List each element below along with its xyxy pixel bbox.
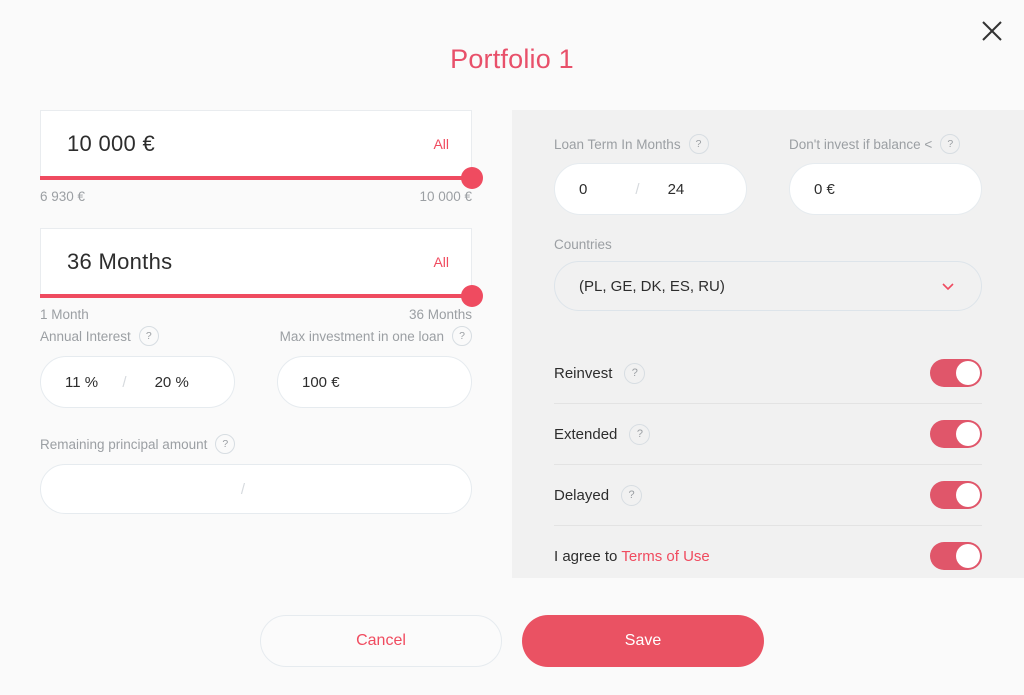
left-labels-row: Annual Interest ? Max investment in one … [40, 326, 472, 346]
terms-label-group: I agree to Terms of Use [554, 548, 710, 565]
terms-prefix: I agree to [554, 547, 618, 565]
countries-value: (PL, GE, DK, ES, RU) [579, 277, 725, 295]
term-field[interactable]: 36 Months All [40, 228, 472, 294]
amount-slider-track[interactable] [40, 167, 483, 189]
dont-invest-value: 0 € [814, 180, 835, 198]
remaining-principal-group: Remaining principal amount ? / [40, 434, 472, 514]
help-icon-dont-invest[interactable]: ? [940, 134, 961, 154]
delayed-label: Delayed [554, 486, 610, 504]
portfolio-settings-modal: Portfolio 1 10 000 € All 6 930 € 10 000 … [0, 0, 1024, 695]
loan-term-group: Loan Term In Months ? 0 / 24 [554, 134, 747, 215]
remaining-principal-range-input[interactable]: / [40, 464, 472, 514]
annual-interest-from[interactable]: 11 % [65, 374, 120, 391]
toggle-row-reinvest: Reinvest ? [554, 343, 982, 404]
help-icon-reinvest[interactable]: ? [624, 362, 646, 384]
save-button[interactable]: Save [522, 615, 764, 667]
left-inputs-row: 11 % / 20 % 100 € [40, 356, 472, 408]
amount-all-link[interactable]: All [433, 136, 449, 152]
term-all-link[interactable]: All [433, 254, 449, 270]
footer-actions: Cancel Save [0, 615, 1024, 667]
toggle-knob [956, 483, 980, 507]
close-icon[interactable] [977, 16, 1007, 46]
toggle-extended[interactable] [930, 420, 982, 448]
help-icon-loan-term[interactable]: ? [688, 134, 709, 154]
extended-label-group: Extended ? [554, 423, 651, 445]
amount-slider-legend: 6 930 € 10 000 € [40, 189, 472, 204]
max-investment-label: Max investment in one loan [279, 328, 444, 344]
right-panel: Loan Term In Months ? 0 / 24 Don't inves… [512, 110, 1024, 578]
amount-field[interactable]: 10 000 € All [40, 110, 472, 176]
loan-term-range-input[interactable]: 0 / 24 [554, 163, 747, 215]
annual-interest-to[interactable]: 20 % [129, 374, 210, 391]
term-slider-handle[interactable] [461, 285, 483, 307]
toggle-row-terms: I agree to Terms of Use [554, 526, 982, 586]
help-icon-remaining-principal[interactable]: ? [215, 434, 236, 454]
cancel-button[interactable]: Cancel [260, 615, 502, 667]
amount-value: 10 000 € [67, 130, 156, 156]
reinvest-label-group: Reinvest ? [554, 362, 646, 384]
left-column: 10 000 € All 6 930 € 10 000 € 36 Months … [40, 110, 483, 514]
countries-label: Countries [554, 237, 612, 252]
annual-interest-label: Annual Interest [40, 328, 131, 344]
dont-invest-group: Don't invest if balance < ? 0 € [789, 134, 982, 215]
term-value: 36 Months [67, 248, 173, 274]
help-icon-max-investment[interactable]: ? [452, 326, 472, 346]
annual-interest-label-group: Annual Interest ? [40, 326, 159, 346]
help-icon-extended[interactable]: ? [629, 423, 651, 445]
page-title: Portfolio 1 [450, 44, 574, 74]
countries-group: Countries (PL, GE, DK, ES, RU) [554, 237, 982, 311]
toggle-delayed[interactable] [930, 481, 982, 509]
max-investment-input[interactable]: 100 € [277, 356, 472, 408]
help-icon-annual-interest[interactable]: ? [138, 326, 159, 346]
help-icon-delayed[interactable]: ? [621, 484, 643, 506]
delayed-label-group: Delayed ? [554, 484, 643, 506]
toggle-row-delayed: Delayed ? [554, 465, 982, 526]
dont-invest-input[interactable]: 0 € [789, 163, 982, 215]
countries-select[interactable]: (PL, GE, DK, ES, RU) [554, 261, 982, 311]
amount-min-label: 6 930 € [40, 189, 86, 204]
toggle-list: Reinvest ? Extended ? Delayed ? I agree … [554, 343, 982, 586]
amount-max-label: 10 000 € [419, 189, 472, 204]
toggle-terms[interactable] [930, 542, 982, 570]
loan-term-label-group: Loan Term In Months ? [554, 134, 747, 154]
remaining-principal-label: Remaining principal amount [40, 436, 208, 452]
term-min-label: 1 Month [40, 307, 89, 322]
terms-of-use-link[interactable]: Terms of Use [621, 548, 709, 565]
term-slider-block: 36 Months All 1 Month 36 Months [40, 228, 483, 322]
toggle-knob [956, 361, 980, 385]
loan-term-from[interactable]: 0 [579, 181, 633, 198]
max-investment-value: 100 € [302, 373, 340, 391]
right-top-row: Loan Term In Months ? 0 / 24 Don't inves… [554, 134, 982, 215]
toggle-knob [956, 544, 980, 568]
reinvest-label: Reinvest [554, 364, 613, 382]
annual-interest-separator: / [122, 373, 127, 391]
max-investment-label-group: Max investment in one loan ? [280, 326, 472, 346]
amount-slider-block: 10 000 € All 6 930 € 10 000 € [40, 110, 483, 204]
loan-term-label: Loan Term In Months [554, 136, 681, 152]
dont-invest-label: Don't invest if balance < [789, 136, 933, 152]
amount-slider-handle[interactable] [461, 167, 483, 189]
toggle-reinvest[interactable] [930, 359, 982, 387]
dont-invest-label-group: Don't invest if balance < ? [789, 134, 982, 154]
remaining-principal-label-group: Remaining principal amount ? [40, 434, 472, 454]
remaining-principal-separator: / [240, 480, 246, 498]
loan-term-separator: / [635, 180, 640, 198]
term-slider-legend: 1 Month 36 Months [40, 307, 472, 322]
toggle-knob [956, 422, 980, 446]
chevron-down-icon [939, 277, 957, 295]
toggle-row-extended: Extended ? [554, 404, 982, 465]
loan-term-to[interactable]: 24 [642, 181, 722, 198]
term-slider-track[interactable] [40, 285, 483, 307]
term-max-label: 36 Months [408, 307, 472, 322]
extended-label: Extended [554, 425, 618, 443]
annual-interest-range-input[interactable]: 11 % / 20 % [40, 356, 235, 408]
